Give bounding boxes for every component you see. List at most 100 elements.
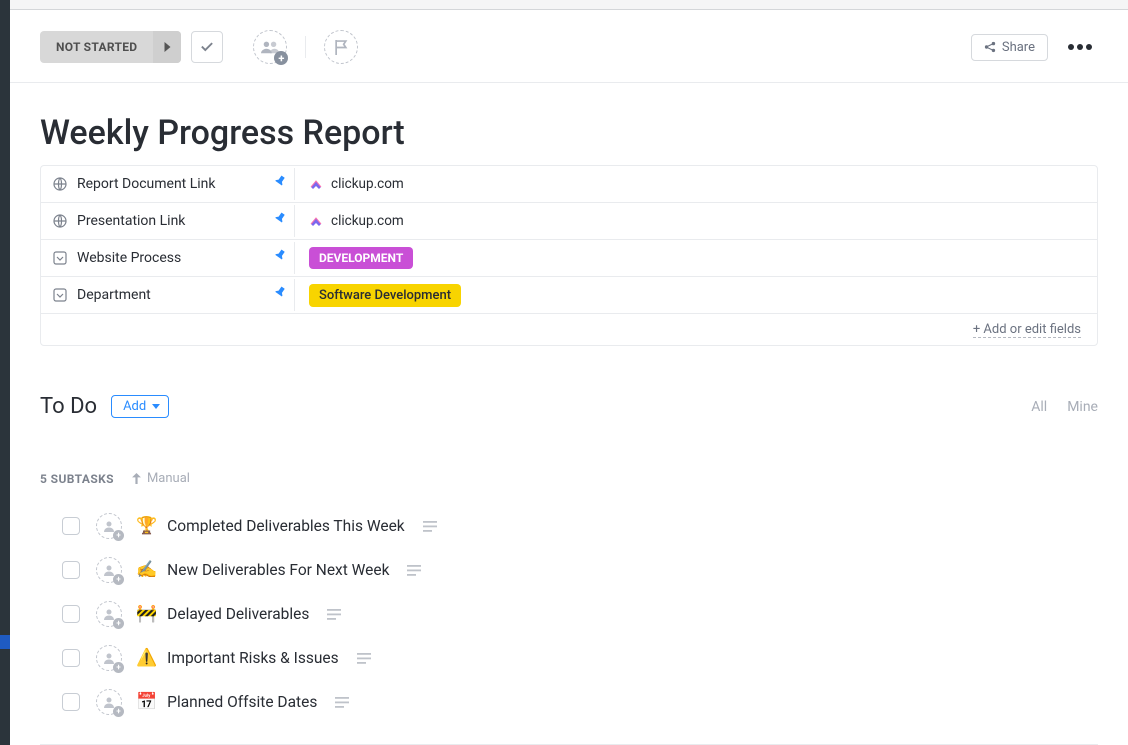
field-label: Website Process [77, 250, 181, 266]
background-app-sliver [0, 0, 10, 745]
toolbar-divider [305, 36, 306, 58]
status-label: NOT STARTED [40, 40, 153, 54]
globe-icon [53, 214, 67, 228]
clickup-icon [309, 214, 323, 228]
field-value: clickup.com [331, 176, 404, 192]
task-emoji: 🚧 [136, 604, 157, 624]
subtask-row: + 🏆 Completed Deliverables This Week [40, 504, 1098, 548]
pin-icon[interactable] [268, 173, 288, 195]
assignee-button[interactable]: + [96, 645, 122, 671]
background-header-strip [10, 0, 1128, 10]
subtask-row: + 🚧 Delayed Deliverables [40, 592, 1098, 636]
filter-all[interactable]: All [1031, 399, 1047, 415]
checkbox[interactable] [62, 561, 80, 579]
task-emoji: 🏆 [136, 516, 157, 536]
task-emoji: ✍️ [136, 560, 157, 580]
field-row-department: Department Software Development [41, 277, 1097, 314]
share-label: Share [1002, 40, 1035, 55]
todo-header: To Do Add All Mine [40, 394, 1098, 419]
task-title[interactable]: Delayed Deliverables [167, 605, 309, 623]
toolbar: NOT STARTED + Share [10, 10, 1128, 83]
task-emoji: ⚠️ [136, 648, 157, 668]
field-name-cell[interactable]: Report Document Link [41, 168, 295, 200]
add-label: Add [123, 399, 146, 414]
clickup-icon [309, 177, 323, 191]
field-name-cell[interactable]: Presentation Link [41, 205, 295, 237]
checkbox[interactable] [62, 649, 80, 667]
globe-icon [53, 177, 67, 191]
description-icon[interactable] [357, 653, 371, 664]
subtask-list: + 🏆 Completed Deliverables This Week + ✍… [40, 504, 1098, 724]
task-title[interactable]: Planned Offsite Dates [167, 693, 317, 711]
sort-button[interactable]: Manual [132, 471, 190, 486]
description-icon[interactable] [407, 565, 421, 576]
checkbox[interactable] [62, 605, 80, 623]
custom-fields-table: Report Document Link clickup.com Present… [40, 165, 1098, 346]
assignees-button[interactable]: + [253, 30, 287, 64]
subtask-row: + ⚠️ Important Risks & Issues [40, 636, 1098, 680]
field-label: Report Document Link [77, 176, 216, 192]
todo-heading: To Do [40, 394, 97, 419]
plus-icon: + [113, 574, 124, 585]
pin-icon[interactable] [268, 210, 288, 232]
mark-complete-button[interactable] [191, 31, 223, 63]
subtask-row: + 📅 Planned Offsite Dates [40, 680, 1098, 724]
task-emoji: 📅 [136, 692, 157, 712]
checkbox[interactable] [62, 693, 80, 711]
field-value-cell[interactable]: Software Development [295, 278, 1097, 313]
subtasks-header: 5 SUBTASKS Manual [40, 471, 1098, 486]
field-name-cell[interactable]: Department [41, 279, 295, 311]
checkbox[interactable] [62, 517, 80, 535]
assignee-button[interactable]: + [96, 689, 122, 715]
plus-icon: + [274, 51, 288, 65]
task-title[interactable]: New Deliverables For Next Week [167, 561, 389, 579]
field-row-website-process: Website Process DEVELOPMENT [41, 240, 1097, 277]
plus-icon: + [113, 618, 124, 629]
field-value-cell[interactable]: DEVELOPMENT [295, 241, 1097, 275]
plus-icon: + [113, 662, 124, 673]
sort-label: Manual [147, 471, 190, 486]
task-title[interactable]: Important Risks & Issues [167, 649, 338, 667]
task-title[interactable]: Completed Deliverables This Week [167, 517, 404, 535]
plus-icon: + [113, 706, 124, 717]
todo-section: To Do Add All Mine 5 SUBTASKS Manual [10, 346, 1128, 724]
plus-icon: + [113, 530, 124, 541]
field-label: Presentation Link [77, 213, 185, 229]
share-button[interactable]: Share [971, 34, 1048, 61]
caret-down-icon [152, 404, 160, 409]
priority-flag-button[interactable] [324, 30, 358, 64]
pin-icon[interactable] [268, 284, 288, 306]
subtask-row: + ✍️ New Deliverables For Next Week [40, 548, 1098, 592]
field-value-cell[interactable]: clickup.com [295, 170, 1097, 198]
todo-filters: All Mine [1031, 399, 1098, 415]
assignee-button[interactable]: + [96, 557, 122, 583]
add-subtask-button[interactable]: Add [111, 395, 169, 418]
description-icon[interactable] [335, 697, 349, 708]
add-edit-fields-link[interactable]: + Add or edit fields [973, 322, 1081, 338]
assignee-button[interactable]: + [96, 601, 122, 627]
chevron-right-icon [153, 31, 181, 63]
sidebar-accent [0, 635, 10, 649]
filter-mine[interactable]: Mine [1067, 399, 1098, 415]
field-name-cell[interactable]: Website Process [41, 242, 295, 274]
subtask-count: 5 SUBTASKS [40, 472, 114, 486]
task-title[interactable]: Weekly Progress Report [10, 83, 1128, 165]
pin-icon[interactable] [268, 247, 288, 269]
field-value: clickup.com [331, 213, 404, 229]
description-icon[interactable] [327, 609, 341, 620]
assignee-button[interactable]: + [96, 513, 122, 539]
badge-department: Software Development [309, 284, 461, 307]
dropdown-icon [53, 288, 67, 302]
description-icon[interactable] [423, 521, 437, 532]
field-value-cell[interactable]: clickup.com [295, 207, 1097, 235]
field-row-presentation-link: Presentation Link clickup.com [41, 203, 1097, 240]
dropdown-icon [53, 251, 67, 265]
status-dropdown[interactable]: NOT STARTED [40, 31, 181, 63]
field-label: Department [77, 287, 151, 303]
fields-footer: + Add or edit fields [41, 314, 1097, 345]
arrow-up-icon [132, 473, 141, 484]
task-detail-panel: NOT STARTED + Share [10, 10, 1128, 745]
badge-website-process: DEVELOPMENT [309, 247, 413, 269]
more-menu-button[interactable] [1062, 38, 1098, 56]
field-row-report-link: Report Document Link clickup.com [41, 166, 1097, 203]
